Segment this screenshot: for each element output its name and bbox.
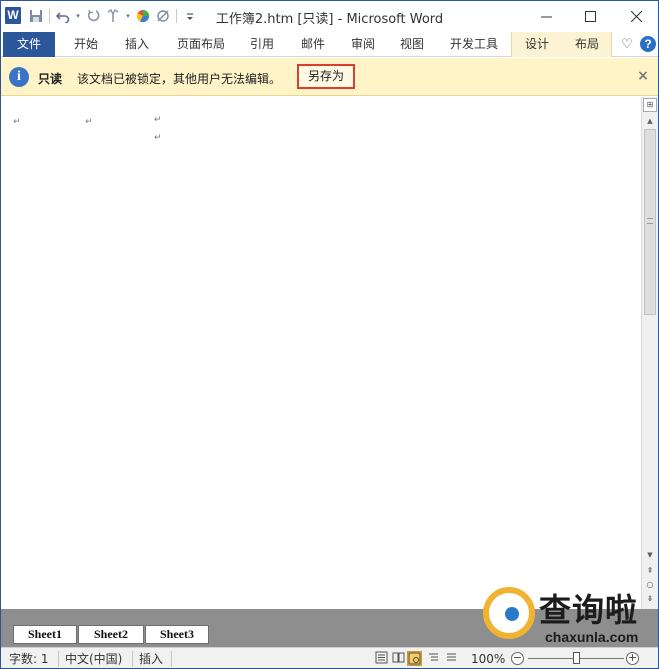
full-screen-reading-view-icon[interactable]	[391, 651, 406, 666]
ribbon-tabs: 文件 开始 插入 页面布局 引用 邮件 审阅 视图 开发工具 设计 布局 ♡ ?	[1, 31, 658, 57]
read-only-message-bar: i 只读 该文档已被锁定，其他用户无法编辑。 另存为 ×	[1, 58, 658, 96]
tab-layout[interactable]: 布局	[564, 32, 610, 57]
help-icon[interactable]: ?	[638, 34, 658, 54]
scroll-up-arrow-icon[interactable]: ▲	[644, 115, 656, 127]
zoom-in-button[interactable]: +	[626, 652, 639, 665]
watermark-magnifier-center	[505, 607, 519, 621]
zoom-slider-thumb[interactable]	[573, 652, 580, 664]
format-painter-dropdown-icon[interactable]: ▾	[124, 7, 132, 25]
message-text: 该文档已被锁定，其他用户无法编辑。	[77, 72, 282, 86]
scrollbar-thumb[interactable]	[644, 129, 656, 315]
info-icon: i	[9, 67, 29, 87]
scroll-down-arrow-icon[interactable]: ▼	[644, 549, 656, 561]
watermark-magnifier-icon	[483, 587, 535, 639]
print-layout-view-icon[interactable]	[374, 651, 389, 666]
tab-design[interactable]: 设计	[514, 32, 560, 57]
title-bar: W ▾ ▾ 工作簿2.htm [只读] - Microsoft Word	[1, 1, 658, 31]
tab-view[interactable]: 视图	[391, 32, 433, 57]
word-logo-icon[interactable]: W	[5, 7, 21, 24]
previous-page-icon[interactable]: ⇞	[644, 565, 656, 577]
undo-dropdown-icon[interactable]: ▾	[74, 7, 82, 25]
status-separator	[171, 651, 172, 667]
zoom-level[interactable]: 100%	[471, 651, 505, 667]
document-area[interactable]: ↵ ↵ ↵ ↵	[1, 97, 641, 609]
paragraph-mark: ↵	[13, 117, 21, 127]
undo-icon[interactable]	[54, 7, 72, 25]
outline-view-icon[interactable]	[426, 651, 441, 666]
sheet-tab-1[interactable]: Sheet1	[13, 625, 77, 644]
close-button[interactable]	[614, 1, 658, 31]
clear-icon[interactable]	[154, 7, 172, 25]
status-separator	[58, 651, 59, 667]
qat-separator	[49, 9, 50, 23]
message-close-icon[interactable]: ×	[635, 68, 651, 84]
redo-icon[interactable]	[84, 7, 102, 25]
thumb-grip-icon	[647, 218, 653, 224]
web-layout-view-icon[interactable]	[407, 651, 422, 666]
maximize-button[interactable]	[568, 1, 612, 31]
qat-separator-2	[176, 9, 177, 23]
customize-icon[interactable]	[181, 7, 199, 25]
tab-mailings[interactable]: 邮件	[292, 32, 334, 57]
help-circle: ?	[640, 36, 656, 52]
vertical-scrollbar[interactable]: ⊞ ▲ ▼ ⇞ ○ ⇟	[641, 97, 658, 609]
word-count[interactable]: 字数: 1	[9, 651, 49, 667]
tab-references[interactable]: 引用	[241, 32, 283, 57]
word-window: W ▾ ▾ 工作簿2.htm [只读] - Microsoft Word 文件 …	[0, 0, 659, 669]
minimize-button[interactable]	[524, 1, 568, 31]
save-as-button[interactable]: 另存为	[297, 64, 355, 89]
format-painter-icon[interactable]	[104, 7, 122, 25]
color-icon[interactable]	[134, 7, 152, 25]
tab-page-layout[interactable]: 页面布局	[169, 32, 233, 57]
language-indicator[interactable]: 中文(中国)	[65, 651, 122, 667]
sheet-tab-2[interactable]: Sheet2	[78, 625, 144, 644]
tab-review[interactable]: 审阅	[342, 32, 384, 57]
tab-file[interactable]: 文件	[3, 32, 55, 57]
paragraph-mark: ↵	[154, 115, 162, 125]
status-bar: 字数: 1 中文(中国) 插入 100% − +	[1, 647, 658, 668]
tab-insert[interactable]: 插入	[115, 32, 159, 57]
quick-access-toolbar: ▾ ▾	[27, 6, 199, 26]
status-separator	[132, 651, 133, 667]
watermark-logo: 查询啦 chaxunla.com	[479, 581, 654, 651]
view-ruler-icon[interactable]: ⊞	[643, 98, 657, 112]
tab-home[interactable]: 开始	[63, 32, 109, 57]
paragraph-mark: ↵	[85, 117, 93, 127]
table-tools-tab-group: 设计 布局	[511, 32, 612, 57]
message-title: 只读	[38, 72, 63, 86]
watermark-title: 查询啦	[539, 591, 639, 629]
insert-mode-indicator[interactable]: 插入	[139, 651, 163, 667]
zoom-out-button[interactable]: −	[511, 652, 524, 665]
minimize-ribbon-icon[interactable]: ♡	[617, 34, 637, 54]
watermark-url: chaxunla.com	[545, 629, 639, 645]
save-icon[interactable]	[27, 7, 45, 25]
draft-view-icon[interactable]	[444, 651, 459, 666]
paragraph-mark: ↵	[154, 133, 162, 143]
tab-developer[interactable]: 开发工具	[443, 32, 505, 57]
sheet-tab-3[interactable]: Sheet3	[145, 625, 209, 644]
